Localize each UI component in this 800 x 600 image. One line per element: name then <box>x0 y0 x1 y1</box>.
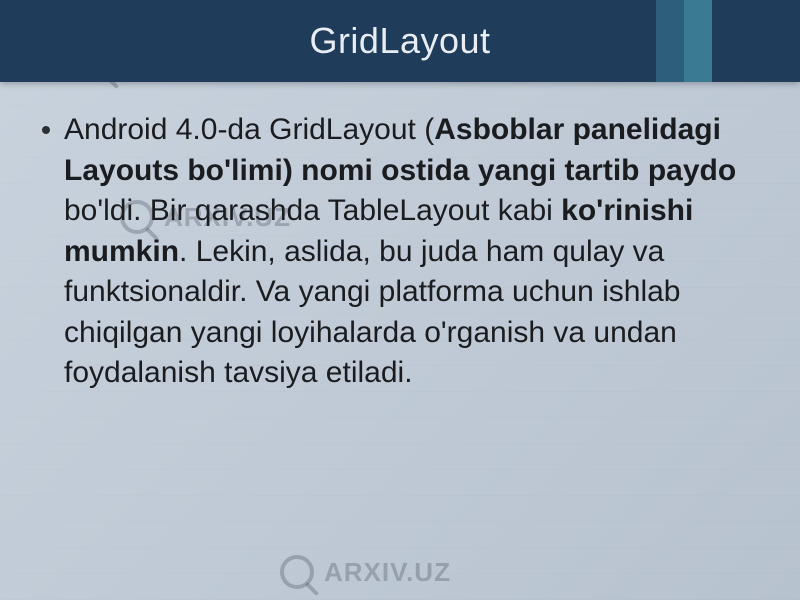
slide-header: GridLayout <box>0 0 800 82</box>
bullet-icon <box>42 126 50 134</box>
watermark-text: ARXIV.UZ <box>324 557 451 588</box>
bullet-text: Android 4.0-da GridLayout (Asboblar pane… <box>64 110 758 394</box>
header-accent-stripes <box>656 0 712 82</box>
text-segment: bo'ldi. Bir qarashda TableLayout kabi <box>64 194 561 227</box>
watermark: ARXIV.UZ <box>280 555 451 589</box>
text-segment: Android 4.0-da GridLayout ( <box>64 113 434 146</box>
bullet-item: Android 4.0-da GridLayout (Asboblar pane… <box>42 110 758 394</box>
slide-body: Android 4.0-da GridLayout (Asboblar pane… <box>42 110 758 394</box>
magnifier-icon <box>280 555 314 589</box>
slide-title: GridLayout <box>309 20 490 62</box>
